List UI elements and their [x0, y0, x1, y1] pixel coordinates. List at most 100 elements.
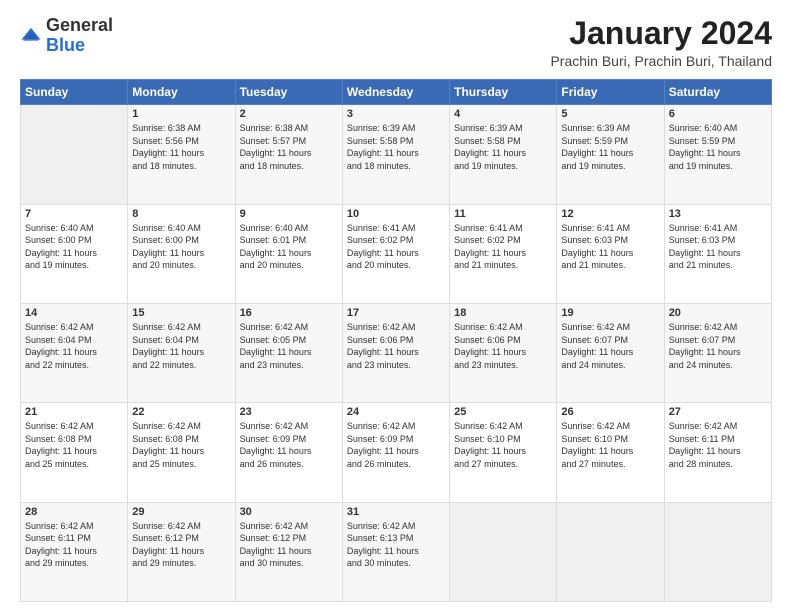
- calendar-cell: [557, 502, 664, 601]
- day-number: 6: [669, 108, 767, 120]
- day-number: 24: [347, 406, 445, 418]
- header: General Blue January 2024 Prachin Buri, …: [20, 16, 772, 69]
- day-number: 31: [347, 506, 445, 518]
- col-saturday: Saturday: [664, 80, 771, 105]
- day-number: 21: [25, 406, 123, 418]
- day-info: Sunrise: 6:40 AM Sunset: 5:59 PM Dayligh…: [669, 122, 767, 172]
- col-thursday: Thursday: [450, 80, 557, 105]
- day-info: Sunrise: 6:42 AM Sunset: 6:06 PM Dayligh…: [454, 321, 552, 371]
- calendar-cell: 16 Sunrise: 6:42 AM Sunset: 6:05 PM Dayli…: [235, 303, 342, 402]
- day-info: Sunrise: 6:42 AM Sunset: 6:05 PM Dayligh…: [240, 321, 338, 371]
- day-number: 19: [561, 307, 659, 319]
- calendar-cell: 11Sunrise: 6:41 AM Sunset: 6:02 PM Dayli…: [450, 204, 557, 303]
- day-info: Sunrise: 6:39 AM Sunset: 5:58 PM Dayligh…: [347, 122, 445, 172]
- calendar-cell: 28 Sunrise: 6:42 AM Sunset: 6:11 PM Dayli…: [21, 502, 128, 601]
- day-info: Sunrise: 6:41 AM Sunset: 6:03 PM Dayligh…: [561, 222, 659, 272]
- calendar-cell: 23Sunrise: 6:42 AM Sunset: 6:09 PM Dayli…: [235, 403, 342, 502]
- day-number: 2: [240, 108, 338, 120]
- day-info: Sunrise: 6:42 AM Sunset: 6:10 PM Dayligh…: [561, 420, 659, 470]
- day-number: 1: [132, 108, 230, 120]
- logo-icon: [20, 25, 42, 47]
- day-info: Sunrise: 6:42 AM Sunset: 6:11 PM Dayligh…: [25, 520, 123, 570]
- calendar-cell: 20 Sunrise: 6:42 AM Sunset: 6:07 PM Dayli…: [664, 303, 771, 402]
- calendar-cell: 30 Sunrise: 6:42 AM Sunset: 6:12 PM Dayli…: [235, 502, 342, 601]
- calendar-cell: 14Sunrise: 6:42 AM Sunset: 6:04 PM Dayli…: [21, 303, 128, 402]
- day-info: Sunrise: 6:42 AM Sunset: 6:10 PM Dayligh…: [454, 420, 552, 470]
- col-monday: Monday: [128, 80, 235, 105]
- calendar-cell: 12 Sunrise: 6:41 AM Sunset: 6:03 PM Dayli…: [557, 204, 664, 303]
- calendar-cell: 15 Sunrise: 6:42 AM Sunset: 6:04 PM Dayli…: [128, 303, 235, 402]
- calendar-cell: 10Sunrise: 6:41 AM Sunset: 6:02 PM Dayli…: [342, 204, 449, 303]
- calendar-cell: 31 Sunrise: 6:42 AM Sunset: 6:13 PM Dayli…: [342, 502, 449, 601]
- day-number: 8: [132, 208, 230, 220]
- col-sunday: Sunday: [21, 80, 128, 105]
- calendar-cell: 26Sunrise: 6:42 AM Sunset: 6:10 PM Dayli…: [557, 403, 664, 502]
- day-info: Sunrise: 6:40 AM Sunset: 6:00 PM Dayligh…: [132, 222, 230, 272]
- day-number: 29: [132, 506, 230, 518]
- day-number: 22: [132, 406, 230, 418]
- day-number: 16: [240, 307, 338, 319]
- day-number: 30: [240, 506, 338, 518]
- day-info: Sunrise: 6:42 AM Sunset: 6:08 PM Dayligh…: [132, 420, 230, 470]
- day-number: 3: [347, 108, 445, 120]
- day-number: 12: [561, 208, 659, 220]
- calendar-cell: 5Sunrise: 6:39 AM Sunset: 5:59 PM Daylig…: [557, 105, 664, 204]
- day-info: Sunrise: 6:42 AM Sunset: 6:11 PM Dayligh…: [669, 420, 767, 470]
- title-block: January 2024 Prachin Buri, Prachin Buri,…: [550, 16, 772, 69]
- calendar-cell: 27 Sunrise: 6:42 AM Sunset: 6:11 PM Dayli…: [664, 403, 771, 502]
- day-number: 28: [25, 506, 123, 518]
- calendar-week-5: 28 Sunrise: 6:42 AM Sunset: 6:11 PM Dayli…: [21, 502, 772, 601]
- calendar-week-3: 14Sunrise: 6:42 AM Sunset: 6:04 PM Dayli…: [21, 303, 772, 402]
- logo-general: General: [46, 15, 113, 35]
- calendar-header-row: Sunday Monday Tuesday Wednesday Thursday…: [21, 80, 772, 105]
- day-number: 20: [669, 307, 767, 319]
- calendar-cell: 7Sunrise: 6:40 AM Sunset: 6:00 PM Daylig…: [21, 204, 128, 303]
- calendar-cell: [450, 502, 557, 601]
- day-info: Sunrise: 6:38 AM Sunset: 5:56 PM Dayligh…: [132, 122, 230, 172]
- day-number: 27: [669, 406, 767, 418]
- day-number: 23: [240, 406, 338, 418]
- day-info: Sunrise: 6:42 AM Sunset: 6:06 PM Dayligh…: [347, 321, 445, 371]
- day-info: Sunrise: 6:41 AM Sunset: 6:03 PM Dayligh…: [669, 222, 767, 272]
- day-info: Sunrise: 6:39 AM Sunset: 5:58 PM Dayligh…: [454, 122, 552, 172]
- calendar-cell: 17 Sunrise: 6:42 AM Sunset: 6:06 PM Dayli…: [342, 303, 449, 402]
- calendar-cell: 22 Sunrise: 6:42 AM Sunset: 6:08 PM Dayli…: [128, 403, 235, 502]
- calendar-cell: 21 Sunrise: 6:42 AM Sunset: 6:08 PM Dayli…: [21, 403, 128, 502]
- logo-blue: Blue: [46, 35, 85, 55]
- calendar-cell: 4 Sunrise: 6:39 AM Sunset: 5:58 PM Daylig…: [450, 105, 557, 204]
- day-number: 10: [347, 208, 445, 220]
- calendar-cell: 25 Sunrise: 6:42 AM Sunset: 6:10 PM Dayli…: [450, 403, 557, 502]
- calendar-cell: [21, 105, 128, 204]
- day-number: 13: [669, 208, 767, 220]
- logo: General Blue: [20, 16, 113, 56]
- day-info: Sunrise: 6:42 AM Sunset: 6:04 PM Dayligh…: [25, 321, 123, 371]
- calendar-cell: 18Sunrise: 6:42 AM Sunset: 6:06 PM Dayli…: [450, 303, 557, 402]
- day-number: 17: [347, 307, 445, 319]
- day-info: Sunrise: 6:42 AM Sunset: 6:09 PM Dayligh…: [347, 420, 445, 470]
- day-number: 15: [132, 307, 230, 319]
- day-info: Sunrise: 6:40 AM Sunset: 6:01 PM Dayligh…: [240, 222, 338, 272]
- day-info: Sunrise: 6:42 AM Sunset: 6:04 PM Dayligh…: [132, 321, 230, 371]
- col-friday: Friday: [557, 80, 664, 105]
- calendar-cell: [664, 502, 771, 601]
- day-number: 25: [454, 406, 552, 418]
- day-info: Sunrise: 6:42 AM Sunset: 6:12 PM Dayligh…: [240, 520, 338, 570]
- day-info: Sunrise: 6:41 AM Sunset: 6:02 PM Dayligh…: [454, 222, 552, 272]
- day-info: Sunrise: 6:42 AM Sunset: 6:07 PM Dayligh…: [561, 321, 659, 371]
- calendar-cell: 13 Sunrise: 6:41 AM Sunset: 6:03 PM Dayli…: [664, 204, 771, 303]
- calendar-week-4: 21 Sunrise: 6:42 AM Sunset: 6:08 PM Dayli…: [21, 403, 772, 502]
- day-info: Sunrise: 6:38 AM Sunset: 5:57 PM Dayligh…: [240, 122, 338, 172]
- day-info: Sunrise: 6:42 AM Sunset: 6:07 PM Dayligh…: [669, 321, 767, 371]
- calendar-cell: 2 Sunrise: 6:38 AM Sunset: 5:57 PM Daylig…: [235, 105, 342, 204]
- day-info: Sunrise: 6:42 AM Sunset: 6:08 PM Dayligh…: [25, 420, 123, 470]
- day-info: Sunrise: 6:39 AM Sunset: 5:59 PM Dayligh…: [561, 122, 659, 172]
- calendar-week-2: 7 Sunrise: 6:40 AM Sunset: 6:00 PM Daylig…: [21, 204, 772, 303]
- day-info: Sunrise: 6:42 AM Sunset: 6:13 PM Dayligh…: [347, 520, 445, 570]
- calendar-week-1: 1 Sunrise: 6:38 AM Sunset: 5:56 PM Daylig…: [21, 105, 772, 204]
- day-number: 4: [454, 108, 552, 120]
- day-number: 7: [25, 208, 123, 220]
- calendar-cell: 3 Sunrise: 6:39 AM Sunset: 5:58 PM Daylig…: [342, 105, 449, 204]
- calendar-cell: 1 Sunrise: 6:38 AM Sunset: 5:56 PM Daylig…: [128, 105, 235, 204]
- calendar-cell: 19 Sunrise: 6:42 AM Sunset: 6:07 PM Dayli…: [557, 303, 664, 402]
- calendar-cell: 9Sunrise: 6:40 AM Sunset: 6:01 PM Daylig…: [235, 204, 342, 303]
